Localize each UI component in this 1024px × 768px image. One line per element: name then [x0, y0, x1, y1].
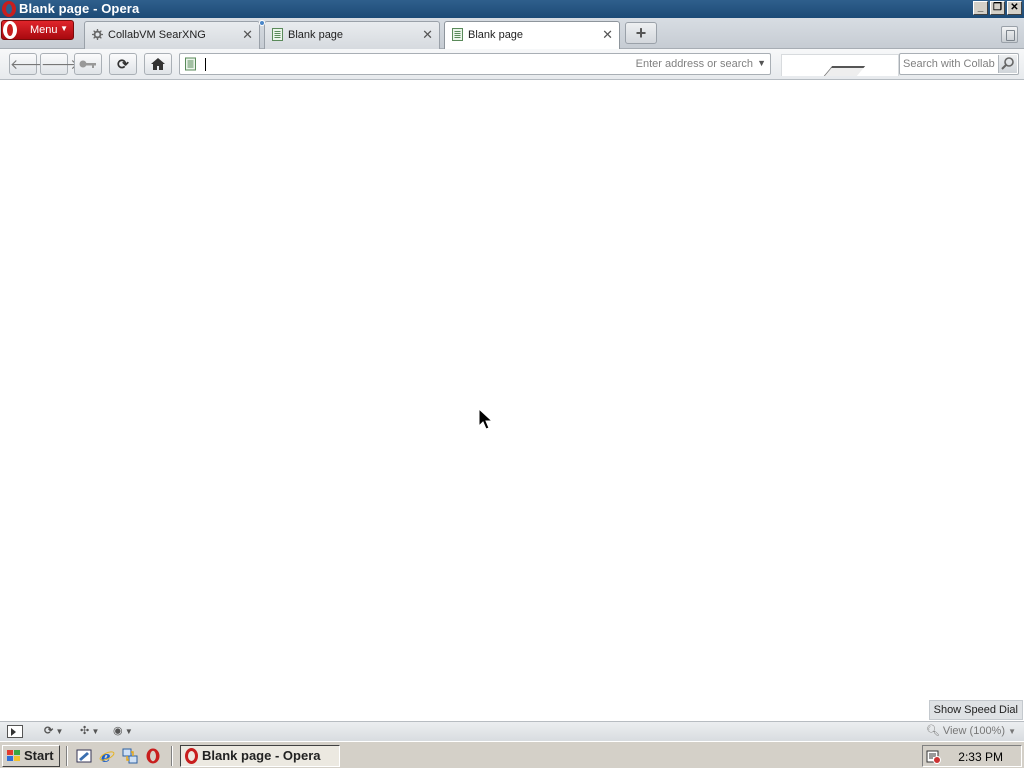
unite-icon: ✣	[80, 725, 90, 737]
tab-label: Blank page	[288, 29, 344, 41]
menu-label: Menu	[30, 24, 58, 36]
opera-menu-button[interactable]: Menu ▼	[1, 20, 74, 40]
wand-button[interactable]	[74, 53, 102, 75]
speed-dial-thumbnail	[781, 54, 899, 76]
view-zoom-control[interactable]: 🔍︎ View (100%) ▼	[926, 724, 1016, 739]
chevron-down-icon: ▼	[89, 727, 100, 736]
tab-blank-page-2[interactable]: Blank page ✕	[444, 21, 620, 50]
opera-quicklaunch-icon[interactable]	[145, 748, 161, 764]
start-button[interactable]: Start	[2, 745, 60, 767]
home-icon	[151, 58, 165, 70]
network-icon[interactable]	[122, 748, 138, 764]
back-button[interactable]: 🡐	[9, 53, 48, 75]
window-title: Blank page - Opera	[19, 1, 140, 16]
tab-label: Blank page	[468, 29, 524, 41]
svg-text:e: e	[101, 748, 111, 764]
show-speed-dial-button[interactable]: Show Speed Dial	[928, 700, 1023, 720]
reload-icon: ⟳	[117, 56, 129, 72]
search-placeholder: Search with Collab	[903, 58, 995, 70]
minimize-button[interactable]: _	[973, 1, 988, 15]
system-tray: 2:33 PM	[922, 745, 1022, 767]
restore-button[interactable]: ❐	[990, 1, 1005, 15]
chevron-down-icon: ▼	[1008, 727, 1016, 736]
mouse-cursor-icon	[478, 408, 492, 430]
window-titlebar: Blank page - Opera _ ❐ ✕	[0, 0, 1024, 18]
tab-collabvm-searxng[interactable]: CollabVM SearXNG ✕	[84, 21, 260, 49]
forward-button[interactable]: 🡒	[40, 53, 79, 75]
clock[interactable]: 2:33 PM	[958, 750, 1003, 764]
new-tab-button[interactable]: +	[625, 22, 657, 44]
close-tab-icon[interactable]: ✕	[602, 27, 613, 43]
tab-label: CollabVM SearXNG	[108, 29, 206, 41]
turbo-button[interactable]: ◉ ▼	[113, 724, 133, 739]
window-controls: _ ❐ ✕	[973, 1, 1022, 15]
search-button[interactable]	[998, 55, 1017, 73]
key-icon	[79, 60, 96, 68]
turbo-icon: ◉	[113, 725, 123, 737]
page-icon	[185, 57, 196, 71]
arrow-right-icon: 🡒	[41, 56, 79, 72]
reload-button[interactable]: ⟳	[109, 53, 137, 75]
tab-bar: Menu ▼ CollabVM SearXNG ✕ Blank page ✕ B…	[0, 18, 1024, 50]
opera-logo-icon	[2, 1, 16, 17]
sync-button[interactable]: ⟳ ▼	[44, 724, 63, 739]
taskbar-separator	[171, 746, 173, 766]
thumbnail-shape	[823, 66, 866, 76]
trash-icon[interactable]	[1001, 26, 1018, 43]
unite-button[interactable]: ✣ ▼	[80, 724, 99, 739]
chevron-down-icon: ▼	[122, 727, 133, 736]
chevron-down-icon: ▼	[60, 24, 68, 33]
sync-icon: ⟳	[44, 725, 54, 737]
search-field[interactable]: Search with Collab	[899, 53, 1019, 75]
page-content[interactable]: Show Speed Dial	[0, 80, 1024, 721]
tab-activity-indicator	[259, 20, 265, 26]
taskbar-opera-window[interactable]: Blank page - Opera	[180, 745, 340, 767]
search-icon	[1001, 57, 1014, 70]
close-tab-icon[interactable]: ✕	[242, 27, 253, 43]
zoom-icon: 🔍︎	[925, 725, 940, 737]
address-placeholder: Enter address or search	[635, 58, 753, 70]
gear-favicon-icon	[92, 29, 103, 40]
opera-logo-icon	[3, 21, 17, 39]
text-caret	[205, 58, 206, 71]
windows-taskbar: Start e Blank page - Opera 2:33 PM	[0, 741, 1024, 768]
view-zoom-label: View (100%)	[942, 725, 1006, 737]
home-button[interactable]	[144, 53, 172, 75]
address-dropdown-icon[interactable]: ▼	[757, 58, 766, 68]
internet-explorer-icon[interactable]: e	[99, 748, 115, 764]
scheduled-tasks-icon[interactable]	[926, 749, 941, 764]
close-window-button[interactable]: ✕	[1007, 1, 1022, 15]
close-tab-icon[interactable]: ✕	[422, 27, 433, 43]
opera-logo-icon	[185, 748, 198, 764]
taskbar-separator	[66, 746, 68, 766]
page-icon	[272, 28, 283, 41]
windows-logo-icon	[7, 750, 20, 762]
tab-blank-page-1[interactable]: Blank page ✕	[259, 20, 440, 49]
status-bar: ⟳ ▼ ✣ ▼ ◉ ▼ 🔍︎ View (100%) ▼	[0, 721, 1024, 741]
navigation-toolbar: 🡐 🡒 ⟳ Enter address or search ▼ Search w…	[0, 49, 1024, 80]
panel-toggle-icon[interactable]	[7, 725, 23, 738]
chevron-down-icon: ▼	[53, 727, 64, 736]
task-label: Blank page - Opera	[202, 748, 321, 763]
page-icon	[452, 28, 463, 41]
start-label: Start	[24, 748, 54, 763]
address-bar[interactable]: Enter address or search ▼	[179, 53, 771, 75]
show-desktop-icon[interactable]	[76, 748, 92, 764]
